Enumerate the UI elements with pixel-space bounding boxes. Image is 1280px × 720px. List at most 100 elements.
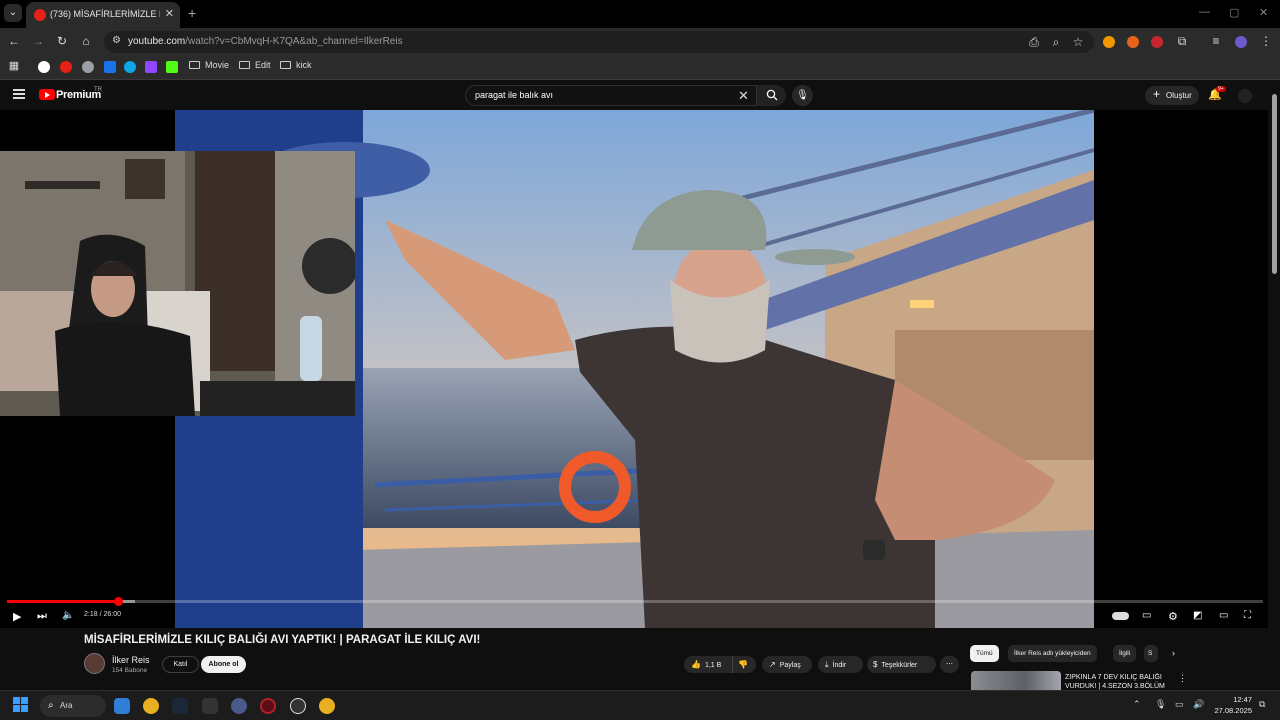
dislike-button[interactable]: 👎 — [732, 656, 756, 673]
recommended-more-icon[interactable]: ⋮ — [1178, 673, 1187, 684]
youtube-logo-icon[interactable] — [39, 89, 55, 100]
display-icon[interactable]: ▭ — [1175, 699, 1184, 710]
address-bar[interactable]: ⚙ youtube.com/watch?v=CbMvqH-K7QA&ab_cha… — [104, 31, 1094, 53]
speaker-icon[interactable]: 🔊 — [1193, 699, 1204, 710]
youtube-header: Premium TR paragat ile balık avı ✕ 🎙 + Ol… — [0, 80, 1280, 110]
window-close-icon[interactable]: ✕ — [1259, 6, 1268, 19]
account-avatar[interactable] — [1238, 89, 1252, 103]
theater-mode-icon[interactable]: ▭ — [1219, 610, 1228, 621]
bookmarks-bar: ▦ Movie Edit kick — [0, 56, 1280, 80]
tray-chevron-icon[interactable]: ⌃ — [1133, 699, 1141, 710]
search-box[interactable]: paragat ile balık avı ✕ — [465, 85, 786, 106]
kick-bookmark-icon[interactable] — [166, 61, 178, 73]
reload-icon[interactable]: ↻ — [54, 34, 70, 48]
tab-close-icon[interactable]: ✕ — [165, 7, 174, 20]
settings-gear-icon[interactable]: ⚙ — [1168, 610, 1178, 623]
steam-icon[interactable] — [172, 698, 188, 714]
minimize-icon[interactable]: — — [1199, 6, 1210, 18]
extension-3-icon[interactable] — [1151, 36, 1163, 48]
clock[interactable]: 12:47 27.08.2025 — [1211, 694, 1252, 716]
forward-icon[interactable]: → — [30, 34, 46, 48]
download-button[interactable]: ⤓ İndir — [818, 656, 863, 673]
zoom-icon[interactable]: ⌕ — [1048, 35, 1064, 50]
youtube-bookmark-icon[interactable] — [60, 61, 72, 73]
create-button[interactable]: + Oluştur — [1145, 86, 1199, 105]
more-actions-icon[interactable]: ⋯ — [940, 656, 959, 673]
new-tab-button[interactable]: + — [188, 5, 196, 21]
chips-next-icon[interactable]: › — [1166, 645, 1181, 662]
page-scrollbar[interactable] — [1270, 80, 1280, 690]
app-icon[interactable] — [231, 698, 247, 714]
notification-center-icon[interactable]: ⧉ — [1259, 699, 1265, 710]
channel-avatar[interactable] — [84, 653, 105, 674]
share-button[interactable]: ↗ Paylaş — [762, 656, 812, 673]
outlook-bookmark-icon[interactable] — [104, 61, 116, 73]
google-bookmark-icon[interactable] — [38, 61, 50, 73]
chip-related[interactable]: İlgili — [1113, 645, 1137, 662]
bookmark-folder-kick[interactable]: kick — [280, 60, 312, 70]
active-tab[interactable]: (736) MİSAFİRLERİMİZLE KILIÇ BALIĞI ✕ — [26, 2, 180, 28]
search-icon — [766, 89, 777, 101]
maximize-icon[interactable]: ▢ — [1229, 6, 1239, 19]
tab-search-button[interactable]: ⌄ — [4, 4, 22, 22]
opera-icon[interactable] — [260, 698, 276, 714]
progress-bar[interactable] — [7, 597, 1263, 606]
progress-scrubber[interactable] — [114, 597, 123, 606]
back-icon[interactable]: ← — [6, 34, 22, 48]
chrome-icon[interactable] — [319, 698, 335, 714]
search-input[interactable]: paragat ile balık avı — [475, 90, 553, 100]
microphone-icon[interactable]: 🎙 — [1155, 699, 1166, 710]
next-icon[interactable]: ⏭ — [37, 610, 47, 623]
subtitles-icon[interactable]: ▭ — [1142, 610, 1151, 621]
like-button[interactable]: 👍 1,1 B — [684, 656, 732, 673]
chip-all[interactable]: Tümü — [970, 645, 999, 662]
folder-icon — [189, 61, 200, 69]
miniplayer-icon[interactable]: ◩ — [1193, 610, 1202, 621]
thumbs-down-icon: 👎 — [738, 660, 748, 669]
extension-2-icon[interactable] — [1127, 36, 1139, 48]
install-app-icon[interactable]: ⎙ — [1026, 35, 1042, 50]
thanks-button[interactable]: $ Teşekkürler — [867, 656, 936, 673]
time-display: 2:18 / 26:00 — [84, 611, 121, 618]
scrollbar-thumb[interactable] — [1272, 94, 1277, 274]
app-icon[interactable] — [290, 698, 306, 714]
url-text[interactable]: youtube.com/watch?v=CbMvqH-K7QA&ab_chann… — [128, 36, 403, 47]
extensions-puzzle-icon[interactable]: ⧉ — [1174, 34, 1190, 49]
bookmark-3-icon[interactable] — [82, 61, 94, 73]
recommended-video-title[interactable]: ZIPKINLA 7 DEV KILIÇ BALIĞI VURDUK! | 4.… — [1065, 673, 1169, 691]
epic-games-icon[interactable] — [202, 698, 218, 714]
file-explorer-icon[interactable] — [114, 698, 130, 714]
chrome-icon[interactable] — [143, 698, 159, 714]
extension-1-icon[interactable] — [1103, 36, 1115, 48]
recommended-video-thumbnail[interactable] — [971, 671, 1061, 691]
apps-grid-icon[interactable]: ▦ — [6, 59, 22, 72]
media-control-icon[interactable]: ≡ — [1208, 34, 1224, 48]
volume-icon[interactable]: 🔈 — [62, 610, 74, 621]
clock-time: 12:47 — [1233, 695, 1252, 704]
twitch-bookmark-icon[interactable] — [145, 61, 157, 73]
subscribe-button[interactable]: Abone ol — [201, 656, 246, 673]
edge-bookmark-icon[interactable] — [124, 61, 136, 73]
bookmark-folder-edit[interactable]: Edit — [239, 60, 271, 70]
taskbar-search[interactable]: ⌕ Ara — [40, 695, 106, 717]
bookmark-folder-movie[interactable]: Movie — [189, 60, 229, 70]
home-icon[interactable]: ⌂ — [78, 34, 94, 48]
hamburger-menu-icon[interactable] — [13, 89, 25, 99]
chip-from-uploader[interactable]: İlker Reis adlı yükleyiciden — [1008, 645, 1097, 662]
join-button[interactable]: Katıl — [162, 656, 199, 673]
channel-name[interactable]: İlker Reis — [112, 655, 150, 665]
clear-search-icon[interactable]: ✕ — [738, 88, 749, 104]
play-icon[interactable]: ▶ — [13, 610, 21, 623]
site-info-icon[interactable]: ⚙ — [112, 35, 121, 46]
browser-menu-icon[interactable]: ⋮ — [1258, 34, 1274, 48]
fullscreen-icon[interactable]: ⛶ — [1244, 610, 1251, 621]
profile-avatar[interactable] — [1235, 36, 1247, 48]
chip-more[interactable]: S — [1144, 645, 1158, 662]
start-windows-icon[interactable] — [13, 697, 29, 713]
video-player[interactable]: ▶ ⏭ 🔈 2:18 / 26:00 ▭ ⚙ ◩ ▭ ⛶ — [0, 110, 1268, 628]
webcam-overlay — [0, 151, 355, 416]
search-button[interactable] — [756, 85, 786, 106]
voice-search-icon[interactable]: 🎙 — [792, 85, 813, 106]
autoplay-toggle[interactable] — [1112, 612, 1129, 620]
bookmark-star-icon[interactable]: ☆ — [1070, 35, 1086, 49]
